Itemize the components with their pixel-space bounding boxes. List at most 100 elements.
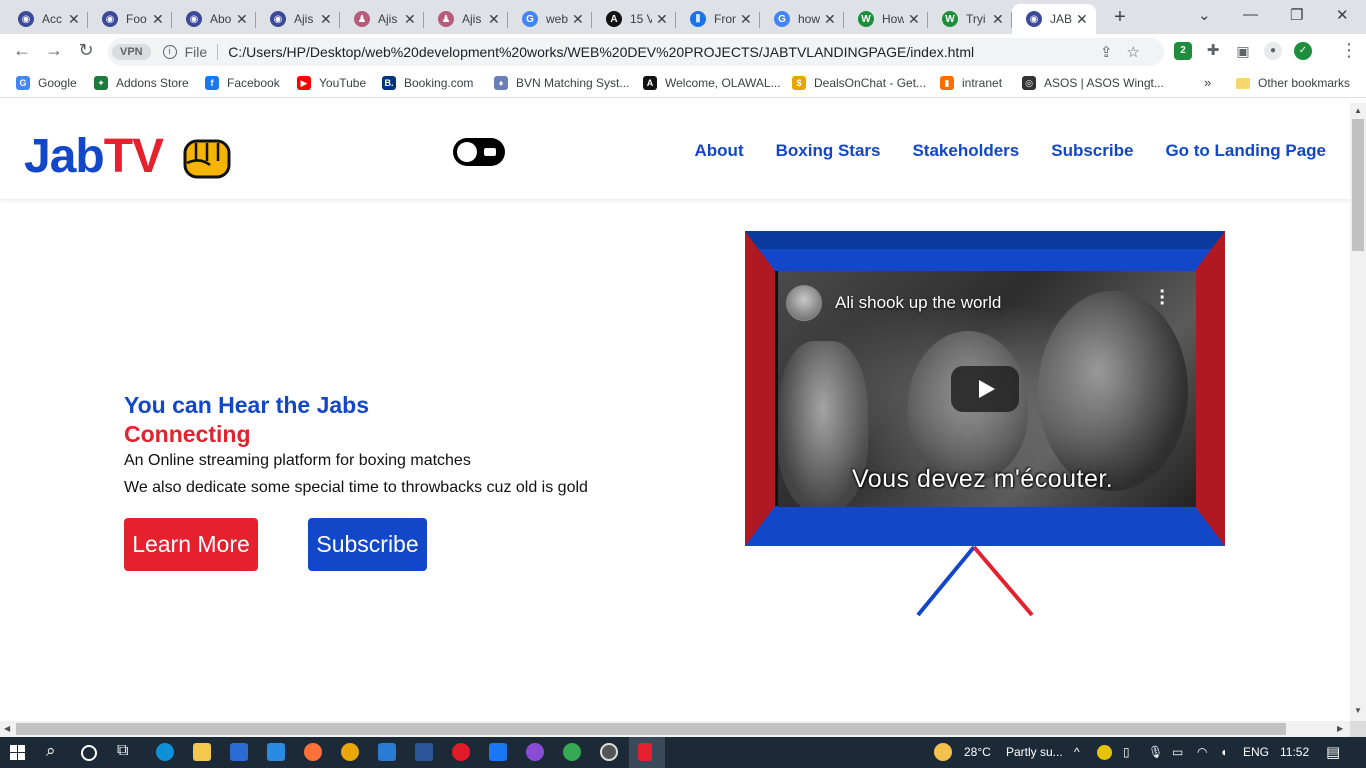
weather-text[interactable]: Partly su... xyxy=(1006,745,1063,759)
vpn-badge[interactable]: VPN xyxy=(112,44,151,60)
task-view-icon[interactable]: ⧉ xyxy=(117,742,128,760)
nav-landing-page[interactable]: Go to Landing Page xyxy=(1165,141,1326,161)
youtube-video-embed[interactable]: Ali shook up the world · · · Vous devez m'… xyxy=(778,271,1196,507)
browser-tab[interactable]: ◉ Ajis ✕ xyxy=(256,4,340,34)
browser-tab[interactable]: ◉ Foo ✕ xyxy=(88,4,172,34)
close-tab-icon[interactable]: ✕ xyxy=(656,11,668,28)
browser-menu-icon[interactable]: ⋮ xyxy=(1340,40,1358,61)
word-icon[interactable] xyxy=(415,743,433,761)
vertical-scrollbar[interactable]: ▲ ▼ xyxy=(1350,103,1366,721)
tray-app-icon[interactable] xyxy=(1097,745,1112,760)
search-icon[interactable]: ⌕ xyxy=(46,741,56,761)
horizontal-scrollbar[interactable]: ◀ ▶ xyxy=(0,721,1350,737)
weather-temp[interactable]: 28°C xyxy=(964,745,991,759)
close-tab-icon[interactable]: ✕ xyxy=(236,11,248,28)
browser-tab[interactable]: A 15 V ✕ xyxy=(592,4,676,34)
close-tab-icon[interactable]: ✕ xyxy=(740,11,752,28)
bookmark-item[interactable]: ▶ YouTube xyxy=(297,76,366,90)
close-tab-icon[interactable]: ✕ xyxy=(824,11,836,28)
site-logo[interactable]: JabTV xyxy=(24,129,164,184)
microphone-icon[interactable]: 🎙 xyxy=(1148,745,1163,759)
close-tab-icon[interactable]: ✕ xyxy=(404,11,416,28)
browser-tab[interactable]: W Tryi ✕ xyxy=(928,4,1012,34)
close-tab-icon[interactable]: ✕ xyxy=(68,11,80,28)
learn-more-button[interactable]: Learn More xyxy=(124,518,258,571)
battery-icon[interactable]: ▭ xyxy=(1172,745,1183,759)
other-bookmarks-folder[interactable]: Other bookmarks xyxy=(1236,76,1350,90)
new-tab-button[interactable]: + xyxy=(1108,6,1132,29)
forward-arrow-icon[interactable]: → xyxy=(42,40,66,61)
restore-button[interactable]: ❐ xyxy=(1290,6,1303,24)
store-icon[interactable] xyxy=(230,743,248,761)
bookmark-item[interactable]: A Welcome, OLAWAL... xyxy=(643,76,781,90)
bookmark-item[interactable]: ✦ Addons Store xyxy=(94,76,189,90)
horizontal-scroll-thumb[interactable] xyxy=(16,723,1286,735)
shield-icon[interactable]: ✓ xyxy=(1294,42,1312,60)
browser-tab[interactable]: Gweb ✕ xyxy=(508,4,592,34)
scroll-right-icon[interactable]: ▶ xyxy=(1337,724,1343,733)
bookmark-item[interactable]: B. Booking.com xyxy=(382,76,473,90)
obs-icon[interactable] xyxy=(600,743,618,761)
browser-tab[interactable]: ♟ Ajis ✕ xyxy=(424,4,508,34)
play-button-icon[interactable] xyxy=(951,366,1019,412)
bookmark-item[interactable]: ♦ BVN Matching Syst... xyxy=(494,76,629,90)
chrome-canary-icon[interactable] xyxy=(341,743,359,761)
chrome-icon[interactable] xyxy=(563,743,581,761)
side-panel-icon[interactable]: ▣ xyxy=(1234,42,1252,60)
video-title[interactable]: Ali shook up the world xyxy=(835,293,1001,313)
browser-tab[interactable]: Ghow ✕ xyxy=(760,4,844,34)
close-tab-icon[interactable]: ✕ xyxy=(488,11,500,28)
file-explorer-icon[interactable] xyxy=(193,743,211,761)
bookmark-item[interactable]: $ DealsOnChat - Get... xyxy=(792,76,926,90)
tray-device-icon[interactable]: ▯ xyxy=(1123,745,1130,759)
close-tab-icon[interactable]: ✕ xyxy=(572,11,584,28)
bookmark-item[interactable]: f Facebook xyxy=(205,76,280,90)
close-tab-icon[interactable]: ✕ xyxy=(908,11,920,28)
weather-icon[interactable] xyxy=(934,743,952,761)
reload-icon[interactable]: ↻ xyxy=(74,40,98,61)
nav-boxing-stars[interactable]: Boxing Stars xyxy=(776,141,881,161)
opera-icon[interactable] xyxy=(452,743,470,761)
dark-mode-toggle[interactable] xyxy=(453,138,505,166)
facebook-app-icon[interactable] xyxy=(489,743,507,761)
back-arrow-icon[interactable]: ← xyxy=(10,40,34,61)
bookmark-item[interactable]: G Google xyxy=(16,76,77,90)
close-tab-icon[interactable]: ✕ xyxy=(320,11,332,28)
scroll-up-icon[interactable]: ▲ xyxy=(1354,106,1362,115)
video-menu-icon[interactable]: · · · xyxy=(1159,282,1166,314)
tor-icon[interactable] xyxy=(526,743,544,761)
language-indicator[interactable]: ENG xyxy=(1243,745,1269,759)
clock[interactable]: 11:52 xyxy=(1280,745,1309,759)
mail-icon[interactable] xyxy=(267,743,285,761)
browser-tab[interactable]: ◉ JAB ✕ xyxy=(1012,4,1096,34)
browser-tab[interactable]: ◉ Acc ✕ xyxy=(4,4,88,34)
more-bookmarks-button[interactable]: » xyxy=(1204,75,1211,90)
vscode-icon[interactable] xyxy=(378,743,396,761)
close-tab-icon[interactable]: ✕ xyxy=(1076,11,1088,28)
nav-subscribe[interactable]: Subscribe xyxy=(1051,141,1133,161)
tray-expand-icon[interactable]: ^ xyxy=(1074,745,1080,759)
notifications-icon[interactable]: ▤ xyxy=(1326,743,1340,761)
jabtv-app-icon[interactable] xyxy=(638,743,652,761)
channel-avatar[interactable] xyxy=(786,285,822,321)
firefox-icon[interactable] xyxy=(304,743,322,761)
share-and-star-icons[interactable]: ⇪☆ xyxy=(1100,43,1154,61)
vertical-scroll-thumb[interactable] xyxy=(1352,119,1364,251)
cortana-icon[interactable] xyxy=(81,745,97,761)
wifi-icon[interactable]: ◠ xyxy=(1197,745,1207,759)
bookmark-item[interactable]: ▮ intranet xyxy=(940,76,1002,90)
scroll-left-icon[interactable]: ◀ xyxy=(4,724,10,733)
close-window-button[interactable]: ✕ xyxy=(1336,6,1349,24)
profile-icon[interactable]: ● xyxy=(1264,42,1282,60)
close-tab-icon[interactable]: ✕ xyxy=(992,11,1004,28)
address-bar[interactable]: VPN i File C:/Users/HP/Desktop/web%20dev… xyxy=(108,38,1164,66)
url-text[interactable]: C:/Users/HP/Desktop/web%20development%20… xyxy=(228,44,974,60)
browser-tab[interactable]: ◉ Abo ✕ xyxy=(172,4,256,34)
extension-ab-icon[interactable]: 2 xyxy=(1174,42,1192,60)
subscribe-button[interactable]: Subscribe xyxy=(308,518,427,571)
nav-stakeholders[interactable]: Stakeholders xyxy=(912,141,1019,161)
puzzle-icon[interactable]: ✚ xyxy=(1204,42,1222,60)
windows-start-icon[interactable] xyxy=(10,745,25,760)
volume-icon[interactable]: ◖ xyxy=(1220,745,1227,759)
browser-tab[interactable]: W How ✕ xyxy=(844,4,928,34)
